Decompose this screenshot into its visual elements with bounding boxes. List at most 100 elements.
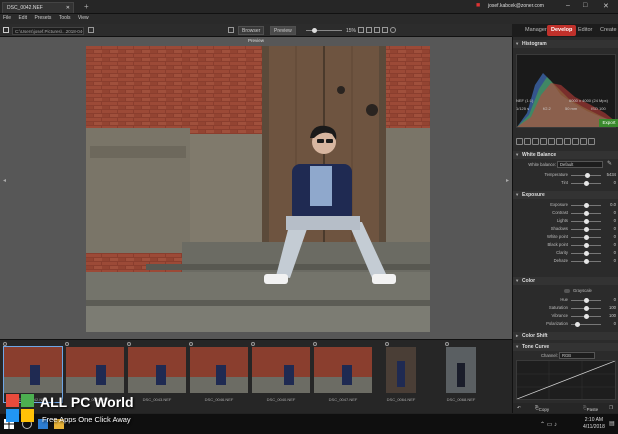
account-email[interactable]: josef.kabcek@zoner.com (488, 3, 544, 9)
slider-value[interactable]: 0 (602, 180, 616, 185)
reset-icon[interactable] (580, 138, 587, 145)
slider-value[interactable]: 0 (602, 297, 616, 302)
browser-button[interactable]: Browser (238, 26, 265, 35)
tone-curve-editor[interactable] (516, 360, 616, 400)
tab-editor[interactable]: Editor (574, 25, 596, 36)
preset-icon[interactable] (588, 138, 595, 145)
slider-lights[interactable]: Lights 0 (513, 217, 618, 225)
undo-icon[interactable]: ↶ (517, 405, 521, 411)
grid-icon[interactable] (366, 27, 372, 33)
document-tab[interactable]: DSC_0042.NEF ✕ (2, 2, 74, 13)
lock-icon[interactable] (382, 27, 388, 33)
refresh-icon[interactable] (88, 27, 94, 33)
close-tab-icon[interactable]: ✕ (66, 5, 70, 11)
notification-icon[interactable]: ■ (476, 2, 480, 9)
color-header[interactable]: ▾ Color (513, 277, 618, 285)
new-tab-icon[interactable]: + (84, 2, 89, 11)
slider-value[interactable]: 100 (602, 313, 616, 318)
slider-value[interactable]: 0.0 (602, 202, 616, 207)
maximize-icon[interactable]: □ (583, 2, 587, 9)
copy-button[interactable]: ⎘ Copy (535, 405, 549, 412)
slider-handle[interactable] (583, 235, 589, 240)
layers-icon[interactable]: ❐ (609, 405, 613, 411)
crop-icon[interactable] (516, 138, 523, 145)
menu-tools[interactable]: Tools (56, 14, 74, 22)
radial-icon[interactable] (540, 138, 547, 145)
slider-handle[interactable] (583, 314, 589, 319)
slider-handle[interactable] (583, 211, 589, 216)
compare-icon[interactable] (374, 27, 380, 33)
histogram-header[interactable]: ▾ Histogram (513, 40, 618, 48)
slider-handle[interactable] (574, 322, 580, 327)
filmstrip-thumbnail[interactable]: DSC_0064.NEF (385, 342, 416, 402)
pick-flag-icon[interactable] (65, 342, 69, 346)
menu-presets[interactable]: Presets (31, 14, 54, 22)
white-balance-header[interactable]: ▾ White Balance (513, 151, 618, 159)
slider-handle[interactable] (583, 298, 589, 303)
slider-value[interactable]: 0 (602, 321, 616, 326)
slider-hue[interactable]: Hue 0 (513, 296, 618, 304)
slider-exposure[interactable]: Exposure 0.0 (513, 201, 618, 209)
redeye-icon[interactable] (564, 138, 571, 145)
slider-vibrance[interactable]: Vibrance 100 (513, 312, 618, 320)
paste-button[interactable]: ⎘ Paste (583, 405, 598, 412)
slider-black-point[interactable]: Black point 0 (513, 241, 618, 249)
tone-curve-header[interactable]: ▾ Tone Curve (513, 343, 618, 351)
pick-flag-icon[interactable] (127, 342, 131, 346)
filmstrip-thumbnail[interactable]: DSC_0068.NEF (445, 342, 476, 402)
slider-contrast[interactable]: Contrast 0 (513, 209, 618, 217)
slider-value[interactable]: 0 (602, 226, 616, 231)
slider-dehaze[interactable]: Dehaze 0 (513, 257, 618, 265)
notification-center-icon[interactable]: ▤ (609, 420, 615, 427)
slider-temperature[interactable]: Temperature 5434 (513, 171, 618, 179)
slider-polarization[interactable]: Polarization 0 (513, 320, 618, 328)
slider-handle[interactable] (583, 251, 589, 256)
next-image-icon[interactable]: ▸ (506, 177, 509, 184)
fit-icon[interactable] (358, 27, 364, 33)
pick-flag-icon[interactable] (3, 342, 7, 346)
slider-handle[interactable] (583, 306, 589, 311)
eyedropper-icon[interactable] (556, 138, 563, 145)
slider-handle[interactable] (583, 243, 589, 248)
settings-icon[interactable] (572, 138, 579, 145)
slider-value[interactable]: 5434 (602, 172, 616, 177)
color-shift-header[interactable]: ▸ Color Shift (513, 332, 618, 340)
preview-button[interactable]: Preview (270, 26, 296, 35)
layout-icon[interactable] (228, 27, 234, 33)
slider-tint[interactable]: Tint 0 (513, 179, 618, 187)
folder-icon[interactable] (3, 27, 9, 33)
eyedropper-icon[interactable]: ✎ (607, 160, 612, 167)
search-icon[interactable] (390, 27, 396, 33)
previous-image-icon[interactable]: ◂ (3, 177, 6, 184)
menu-file[interactable]: File (0, 14, 14, 22)
close-window-icon[interactable]: ✕ (603, 2, 609, 10)
slider-clarity[interactable]: Clarity 0 (513, 249, 618, 257)
filmstrip-thumbnail[interactable]: DSC_0046.NEF (189, 342, 248, 402)
white-balance-select[interactable]: Default (557, 161, 603, 168)
slider-handle[interactable] (583, 259, 589, 264)
slider-value[interactable]: 0 (602, 242, 616, 247)
pick-flag-icon[interactable] (445, 342, 449, 346)
slider-value[interactable]: 0 (602, 250, 616, 255)
slider-value[interactable]: 100 (602, 305, 616, 310)
slider-saturation[interactable]: Saturation 100 (513, 304, 618, 312)
filmstrip-thumbnail[interactable]: DSC_0040.NEF (251, 342, 310, 402)
path-field[interactable]: C:\Users\josef.Pictures\...2018-04-06 ..… (12, 27, 84, 35)
slider-value[interactable]: 0 (602, 210, 616, 215)
pick-flag-icon[interactable] (385, 342, 389, 346)
pick-flag-icon[interactable] (251, 342, 255, 346)
system-clock[interactable]: 2:10 AM 4/11/2018 (583, 417, 605, 431)
slider-shadows[interactable]: Shadows 0 (513, 225, 618, 233)
slider-value[interactable]: 0 (602, 218, 616, 223)
filmstrip-thumbnail[interactable]: DSC_0047.NEF (313, 342, 372, 402)
tab-develop[interactable]: Develop (547, 25, 577, 36)
slider-handle[interactable] (583, 219, 589, 224)
slider-value[interactable]: 0 (602, 234, 616, 239)
pick-flag-icon[interactable] (189, 342, 193, 346)
pick-flag-icon[interactable] (313, 342, 317, 346)
minimize-icon[interactable]: – (566, 2, 570, 9)
clone-icon[interactable] (548, 138, 555, 145)
tab-create[interactable]: Create (596, 25, 618, 36)
slider-value[interactable]: 0 (602, 258, 616, 263)
menu-view[interactable]: View (75, 14, 92, 22)
